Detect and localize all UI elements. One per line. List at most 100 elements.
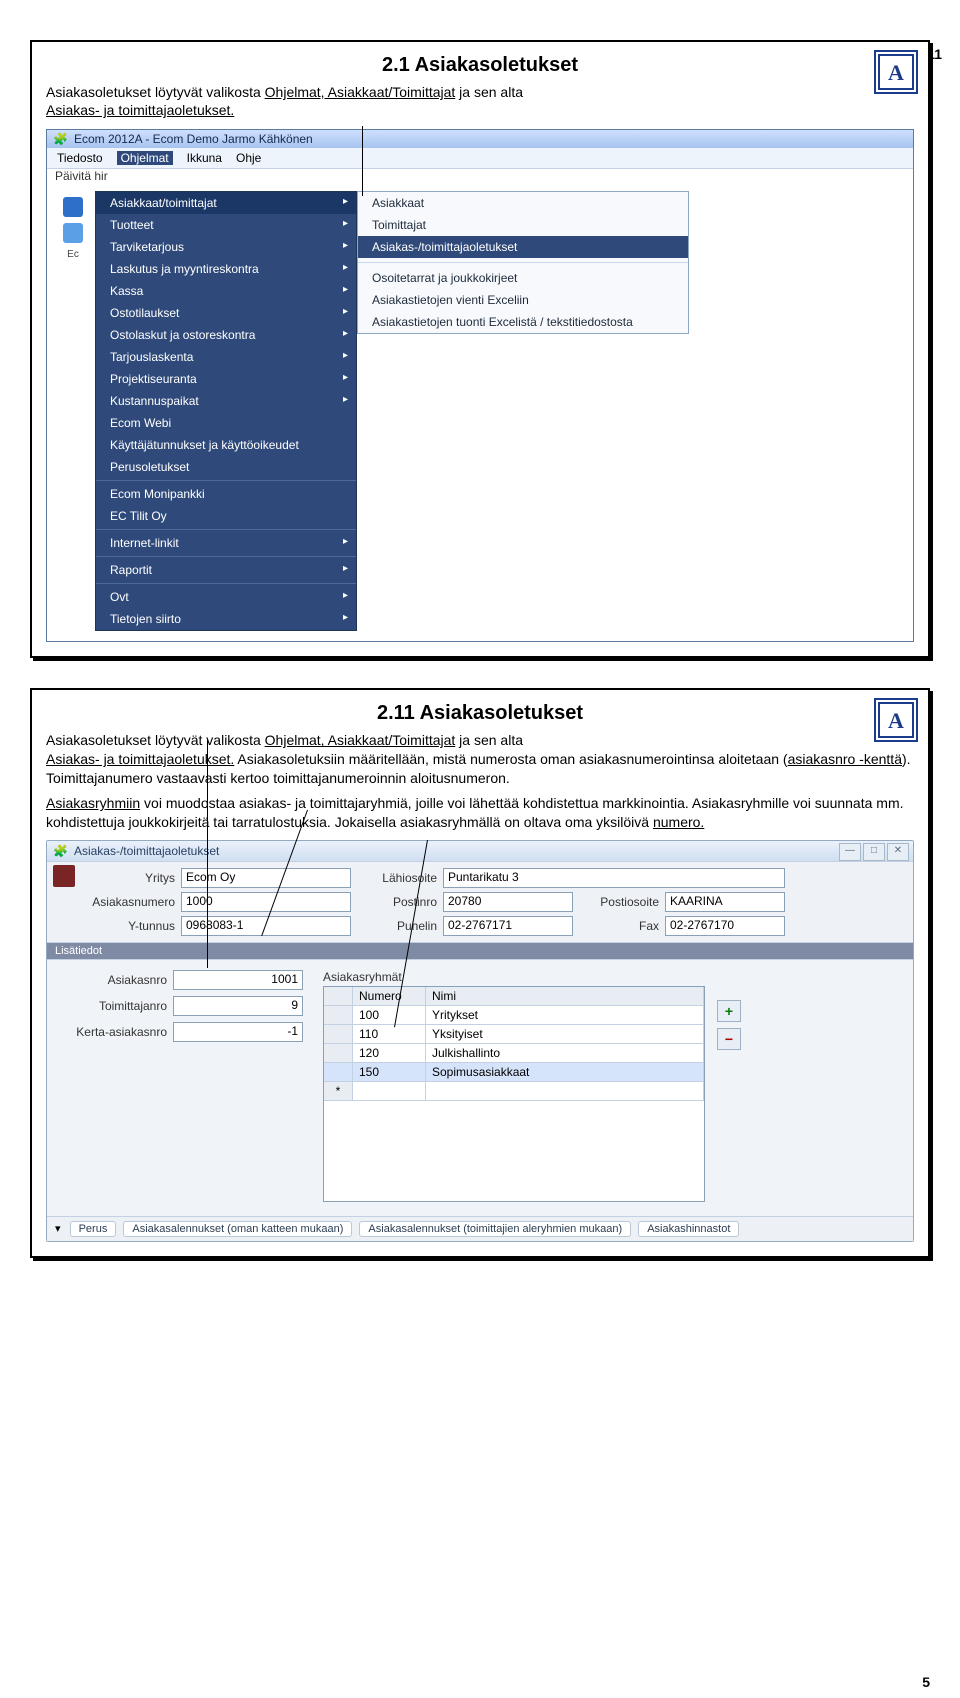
menubar-item[interactable]: Ohjelmat bbox=[117, 151, 173, 165]
menu-item[interactable]: Perusoletukset bbox=[96, 456, 356, 478]
submenu-item[interactable]: Toimittajat bbox=[358, 214, 688, 236]
panel-1: A 2.1 Asiakasoletukset Asiakasoletukset … bbox=[30, 40, 930, 658]
label-asiakasnumero: Asiakasnumero bbox=[85, 895, 175, 909]
t-ul: Ohjelmat, Asiakkaat/Toimittajat bbox=[265, 84, 456, 100]
input-postinro[interactable]: 20780 bbox=[443, 892, 573, 912]
settings-window: 🧩 Asiakas-/toimittajaoletukset — □ ✕ Yri… bbox=[46, 840, 914, 1242]
menu-item[interactable]: Tietojen siirto bbox=[96, 608, 356, 630]
left-icon-strip: Ec bbox=[51, 191, 95, 260]
input-asiakasnro[interactable]: 1001 bbox=[173, 970, 303, 990]
input-fax[interactable]: 02-2767170 bbox=[665, 916, 785, 936]
panel-2: A 2.11 Asiakasoletukset Asiakasoletukset… bbox=[30, 688, 930, 1257]
cell-numero[interactable]: 150 bbox=[353, 1063, 426, 1082]
settings-titlebar: 🧩 Asiakas-/toimittajaoletukset — □ ✕ bbox=[47, 841, 913, 862]
menu-item[interactable]: Käyttäjätunnukset ja käyttöoikeudet bbox=[96, 434, 356, 456]
logo-a-icon: A bbox=[874, 50, 918, 94]
menu-item[interactable]: Kassa bbox=[96, 280, 356, 302]
t: ja sen alta bbox=[455, 84, 523, 100]
menu-item[interactable]: Laskutus ja myyntireskontra bbox=[96, 258, 356, 280]
menu-item[interactable]: Internet-linkit bbox=[96, 532, 356, 554]
t-ul: asiakasnro -kenttä bbox=[788, 751, 902, 767]
cell-nimi[interactable]: Yksityiset bbox=[426, 1025, 704, 1044]
submenu-item[interactable]: Asiakastietojen tuonti Excelistä / tekst… bbox=[358, 311, 688, 333]
settings-body: Asiakasnro 1001 Toimittajanro 9 Kerta-as… bbox=[47, 959, 913, 1216]
add-row-button[interactable]: + bbox=[717, 1000, 741, 1022]
svg-text:A: A bbox=[888, 708, 904, 733]
menu-item[interactable]: Raportit bbox=[96, 559, 356, 581]
t: Asiakasoletukset löytyvät valikosta bbox=[46, 732, 265, 748]
close-icon[interactable]: ✕ bbox=[887, 843, 909, 861]
row-selector[interactable] bbox=[324, 1044, 353, 1063]
cell-nimi[interactable]: Sopimusasiakkaat bbox=[426, 1063, 704, 1082]
tab-hinnastot[interactable]: Asiakashinnastot bbox=[638, 1221, 739, 1237]
row-selector-new[interactable] bbox=[324, 1082, 353, 1101]
menu-item[interactable]: Tarviketarjous bbox=[96, 236, 356, 258]
menu-item[interactable]: Asiakkaat/toimittajat bbox=[96, 192, 356, 214]
menu-item[interactable]: Kustannuspaikat bbox=[96, 390, 356, 412]
row-selector[interactable] bbox=[324, 1006, 353, 1025]
menubar-item[interactable]: Ohje bbox=[236, 151, 261, 165]
t-ul: numero. bbox=[653, 814, 704, 830]
logo-a-icon: A bbox=[874, 698, 918, 742]
menu-item[interactable]: Ecom Monipankki bbox=[96, 483, 356, 505]
bottom-tabs: ▾ Perus Asiakasalennukset (oman katteen … bbox=[47, 1216, 913, 1241]
t-ul: Asiakas- ja toimittajaoletukset. bbox=[46, 102, 234, 118]
submenu-item-selected[interactable]: Asiakas-/toimittajaoletukset bbox=[358, 236, 688, 258]
submenu-item[interactable]: Asiakkaat bbox=[358, 192, 688, 214]
menu-item[interactable]: Tuotteet bbox=[96, 214, 356, 236]
menubar-item[interactable]: Ikkuna bbox=[187, 151, 222, 165]
menubar-item[interactable]: Tiedosto bbox=[57, 151, 103, 165]
cell-numero[interactable]: 110 bbox=[353, 1025, 426, 1044]
submenu-item[interactable]: Osoitetarrat ja joukkokirjeet bbox=[358, 267, 688, 289]
cell-nimi[interactable]: Julkishallinto bbox=[426, 1044, 704, 1063]
input-toimittajanro[interactable]: 9 bbox=[173, 996, 303, 1016]
form-area: Yritys Ecom Oy Lähiosoite Puntarikatu 3 … bbox=[47, 862, 913, 943]
tab-alennukset-oma[interactable]: Asiakasalennukset (oman katteen mukaan) bbox=[123, 1221, 352, 1237]
menu-item[interactable]: Ostolaskut ja ostoreskontra bbox=[96, 324, 356, 346]
asiakasryhmat-area: Asiakasryhmät Numero Nimi 100Yritykset 1… bbox=[323, 970, 705, 1202]
window-titlebar: 🧩 Ecom 2012A - Ecom Demo Jarmo Kähkönen bbox=[47, 130, 913, 148]
toolbar-row: Päivitä hir bbox=[47, 169, 913, 187]
menu-item[interactable]: Tarjouslaskenta bbox=[96, 346, 356, 368]
t-ul: Ohjelmat, Asiakkaat/Toimittajat bbox=[265, 732, 456, 748]
grid-corner bbox=[324, 987, 353, 1006]
maximize-icon[interactable]: □ bbox=[863, 843, 885, 861]
book-icon[interactable] bbox=[53, 865, 75, 887]
tab-nav-left-icon[interactable]: ▾ bbox=[55, 1223, 61, 1235]
app-shortcut-icon[interactable] bbox=[63, 197, 83, 217]
heading-2-11: 2.11 Asiakasoletukset bbox=[46, 702, 914, 725]
label-postiosoite: Postiosoite bbox=[579, 895, 659, 909]
cell-numero[interactable]: 100 bbox=[353, 1006, 426, 1025]
grid-head-nimi: Nimi bbox=[426, 987, 704, 1006]
menu-item[interactable]: Projektiseuranta bbox=[96, 368, 356, 390]
minimize-icon[interactable]: — bbox=[839, 843, 861, 861]
submenu-item[interactable]: Asiakastietojen vienti Exceliin bbox=[358, 289, 688, 311]
icon-label: Ec bbox=[67, 249, 79, 260]
input-puhelin[interactable]: 02-2767171 bbox=[443, 916, 573, 936]
menu-item[interactable]: Ovt bbox=[96, 586, 356, 608]
asiakasryhmat-grid[interactable]: Numero Nimi 100Yritykset 110Yksityiset 1… bbox=[323, 986, 705, 1202]
remove-row-button[interactable]: − bbox=[717, 1028, 741, 1050]
app-shortcut-icon[interactable] bbox=[63, 223, 83, 243]
row-selector[interactable] bbox=[324, 1025, 353, 1044]
label-kerta-asiakasnro: Kerta-asiakasnro bbox=[57, 1025, 167, 1039]
input-lahiosoite[interactable]: Puntarikatu 3 bbox=[443, 868, 785, 888]
input-postiosoite[interactable]: KAARINA bbox=[665, 892, 785, 912]
t: Asiakasoletukset löytyvät valikosta bbox=[46, 84, 265, 100]
label-ytunnus: Y-tunnus bbox=[85, 919, 175, 933]
tab-alennukset-toim[interactable]: Asiakasalennukset (toimittajien aleryhmi… bbox=[359, 1221, 631, 1237]
grid-head-numero: Numero bbox=[353, 987, 426, 1006]
input-kerta-asiakasnro[interactable]: -1 bbox=[173, 1022, 303, 1042]
intro-text-1: Asiakasoletukset löytyvät valikosta Ohje… bbox=[46, 83, 914, 119]
tab-perus[interactable]: Perus bbox=[70, 1221, 117, 1237]
tab-lisatiedot[interactable]: Lisätiedot bbox=[47, 943, 913, 959]
menu-item[interactable]: EC Tilit Oy bbox=[96, 505, 356, 527]
row-selector[interactable] bbox=[324, 1063, 353, 1082]
cell-nimi[interactable]: Yritykset bbox=[426, 1006, 704, 1025]
svg-text:A: A bbox=[888, 60, 904, 85]
callout-line-icon bbox=[362, 126, 363, 196]
cell-numero[interactable]: 120 bbox=[353, 1044, 426, 1063]
menu-item[interactable]: Ecom Webi bbox=[96, 412, 356, 434]
menu-item[interactable]: Ostotilaukset bbox=[96, 302, 356, 324]
grid-label: Asiakasryhmät bbox=[323, 970, 705, 984]
